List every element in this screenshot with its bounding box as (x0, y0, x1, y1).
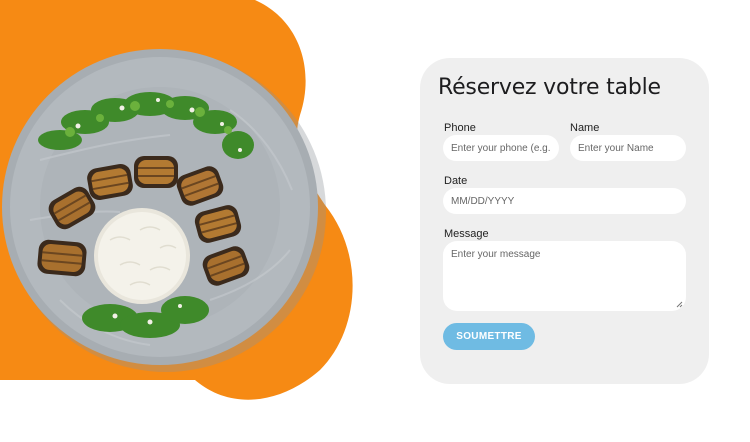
resize-grip-icon[interactable] (676, 301, 683, 308)
date-input[interactable]: MM/DD/YYYY (443, 188, 686, 214)
message-label: Message (444, 228, 489, 240)
name-input[interactable]: Enter your Name (570, 135, 686, 161)
phone-placeholder: Enter your phone (e.g. (451, 142, 551, 154)
submit-button[interactable]: SOUMETTRE (443, 323, 535, 350)
date-placeholder: MM/DD/YYYY (451, 195, 515, 207)
message-textarea[interactable]: Enter your message (443, 241, 686, 311)
form-title: Réservez votre table (438, 75, 661, 100)
name-placeholder: Enter your Name (578, 142, 654, 154)
date-label: Date (444, 175, 468, 187)
phone-input[interactable]: Enter your phone (e.g. (443, 135, 559, 161)
food-plate-image (0, 0, 353, 400)
name-label: Name (570, 122, 600, 134)
phone-label: Phone (444, 122, 476, 134)
message-placeholder: Enter your message (451, 249, 541, 260)
reservation-form-card: Réservez votre table Phone Enter your ph… (420, 58, 709, 384)
